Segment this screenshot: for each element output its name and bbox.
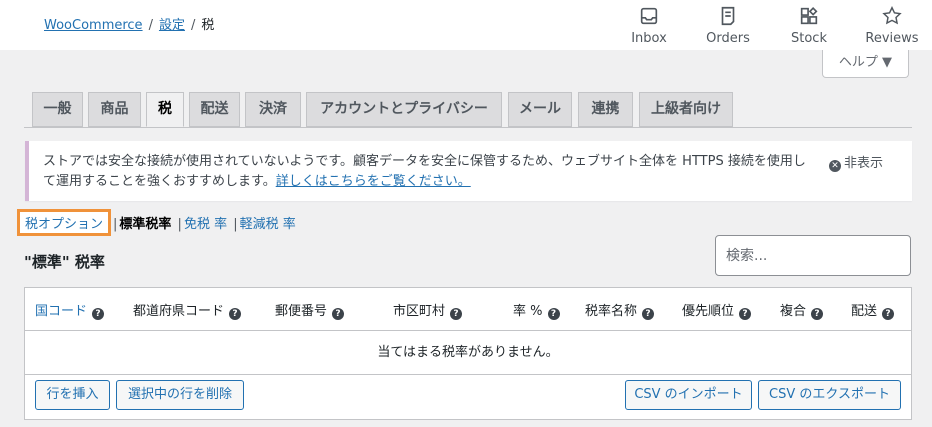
help-icon[interactable]: ? — [547, 308, 560, 320]
breadcrumb-separator: / — [148, 18, 153, 33]
tab-accounts-privacy[interactable]: アカウントとプライバシー — [306, 92, 502, 127]
column-label: 配送 — [851, 304, 878, 319]
orders-icon — [691, 5, 765, 29]
notice-learn-more-link[interactable]: 詳しくはこちらをご覧ください。 — [276, 174, 471, 189]
exempt-rates-link[interactable]: 免税 率 — [184, 217, 227, 232]
subnav-separator: | — [113, 217, 118, 232]
top-header: WooCommerce / 設定 / 税 Inbox Orders Stock Revi… — [0, 0, 932, 50]
help-icon[interactable]: ? — [450, 308, 463, 320]
insert-row-button[interactable]: 行を挿入 — [35, 380, 110, 410]
column-label: 都道府県コード — [133, 304, 225, 319]
help-icon[interactable]: ? — [92, 308, 105, 320]
tab-payments[interactable]: 決済 — [245, 92, 301, 127]
help-icon[interactable]: ? — [642, 308, 655, 320]
column-rate: 率 %? — [513, 300, 560, 320]
help-icon[interactable]: ? — [882, 308, 895, 320]
tab-shipping[interactable]: 配送 — [189, 92, 240, 127]
export-csv-button[interactable]: CSV のエクスポート — [758, 380, 901, 410]
column-postcode: 郵便番号? — [275, 300, 345, 320]
tab-products[interactable]: 商品 — [88, 92, 141, 127]
search-input[interactable] — [715, 235, 911, 276]
breadcrumb: WooCommerce / 設定 / 税 — [44, 14, 214, 33]
table-header: 国コード? 都道府県コード? 郵便番号? 市区町村? 率 %? 税率名称? 優先… — [25, 288, 911, 331]
tab-general[interactable]: 一般 — [32, 92, 83, 127]
stock-label: Stock — [791, 31, 827, 46]
column-label: 国コード — [35, 304, 88, 319]
notice-dismiss-button[interactable]: ✕ 非表示 — [829, 152, 883, 172]
help-tab-button[interactable]: ヘルプ ▼ — [822, 50, 909, 78]
column-compound: 複合? — [780, 300, 824, 320]
column-priority: 優先順位? — [682, 300, 752, 320]
orders-label: Orders — [706, 31, 750, 46]
table-footer: 行を挿入 選択中の行を削除 CSV のインポート CSV のエクスポート — [25, 375, 911, 419]
page-title: "標準" 税率 — [24, 253, 105, 271]
reduced-rates-link[interactable]: 軽減税 率 — [240, 217, 296, 232]
settings-tabs: 一般 商品 税 配送 決済 アカウントとプライバシー メール 連携 上級者向け — [24, 92, 912, 128]
column-tax-name: 税率名称? — [585, 300, 655, 320]
notice-dismiss-label: 非表示 — [844, 156, 884, 171]
https-notice: ストアでは安全な接続が使用されていないようです。顧客データを安全に保管するため、… — [25, 141, 912, 201]
import-csv-button[interactable]: CSV のインポート — [625, 380, 752, 410]
inbox-button[interactable]: Inbox — [612, 4, 686, 46]
subnav-separator: | — [229, 217, 238, 232]
breadcrumb-current: 税 — [201, 18, 215, 33]
column-label: 郵便番号 — [275, 304, 328, 319]
tab-tax[interactable]: 税 — [146, 92, 184, 127]
close-icon: ✕ — [829, 160, 841, 172]
inbox-label: Inbox — [631, 31, 667, 46]
tax-options-highlight: 税オプション — [17, 209, 112, 236]
notice-message: ストアでは安全な接続が使用されていないようです。顧客データを安全に保管するため、… — [43, 152, 813, 192]
column-label: 税率名称 — [585, 304, 638, 319]
column-shipping: 配送? — [851, 300, 895, 320]
stock-button[interactable]: Stock — [772, 4, 846, 46]
column-label: 市区町村 — [393, 304, 446, 319]
orders-button[interactable]: Orders — [691, 4, 765, 46]
tab-integration[interactable]: 連携 — [578, 92, 633, 127]
column-country-code[interactable]: 国コード? — [35, 300, 105, 320]
star-icon — [855, 5, 929, 29]
reviews-label: Reviews — [865, 31, 919, 46]
breadcrumb-separator: / — [190, 18, 196, 33]
help-icon[interactable]: ? — [739, 308, 752, 320]
tax-options-link[interactable]: 税オプション — [25, 217, 103, 232]
tax-section-links: 税オプション | 標準税率 | 免税 率 | 軽減税 率 — [17, 209, 296, 236]
column-label: 率 % — [513, 304, 543, 319]
help-icon[interactable]: ? — [811, 308, 824, 320]
column-state-code: 都道府県コード? — [133, 300, 242, 320]
column-label: 複合 — [780, 304, 807, 319]
breadcrumb-woocommerce-link[interactable]: WooCommerce — [44, 18, 143, 33]
subnav-separator: | — [173, 217, 182, 232]
tab-email[interactable]: メール — [508, 92, 572, 127]
tab-advanced[interactable]: 上級者向け — [639, 92, 733, 127]
standard-rates-link[interactable]: 標準税率 — [119, 217, 171, 232]
help-icon[interactable]: ? — [332, 308, 345, 320]
help-icon[interactable]: ? — [229, 308, 242, 320]
breadcrumb-settings-link[interactable]: 設定 — [159, 18, 185, 33]
column-label: 優先順位 — [682, 304, 735, 319]
empty-table-row: 当てはまる税率がありません。 — [25, 331, 911, 375]
inbox-icon — [612, 5, 686, 29]
reviews-button[interactable]: Reviews — [855, 4, 929, 46]
stock-icon — [772, 5, 846, 29]
column-city: 市区町村? — [393, 300, 463, 320]
delete-selected-rows-button[interactable]: 選択中の行を削除 — [116, 380, 244, 410]
tax-rates-table: 国コード? 都道府県コード? 郵便番号? 市区町村? 率 %? 税率名称? 優先… — [24, 287, 912, 420]
